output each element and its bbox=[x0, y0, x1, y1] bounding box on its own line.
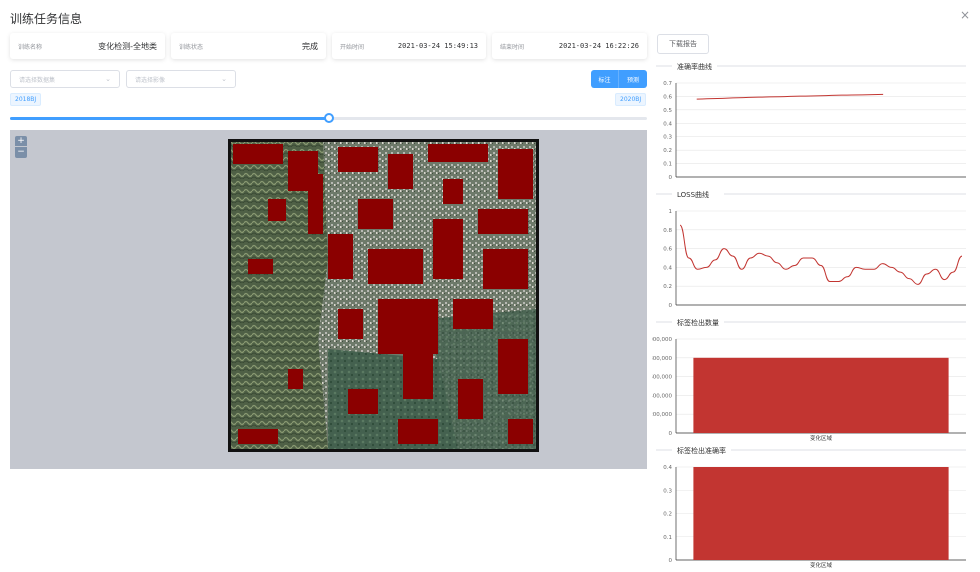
y-tick-label: 0.6 bbox=[663, 247, 672, 253]
status-card: 训练状态 完成 bbox=[171, 33, 326, 59]
zoom-out-button[interactable]: − bbox=[15, 147, 27, 158]
end-time-value: 2021-03-24 16:22:26 bbox=[558, 42, 639, 50]
y-tick-label: 0.3 bbox=[663, 135, 672, 141]
end-year-tag: 2020BJ bbox=[615, 93, 647, 106]
y-tick-label: 0 bbox=[669, 558, 673, 564]
y-tick-label: 0.1 bbox=[663, 535, 672, 541]
chart-title: 标签检出准确率 bbox=[677, 446, 726, 455]
chevron-down-icon: ⌄ bbox=[221, 75, 227, 83]
image-select-placeholder: 请选择影像 bbox=[135, 76, 166, 84]
download-report-button[interactable]: 下载报告 bbox=[657, 34, 709, 54]
y-tick-label: 800,000 bbox=[652, 356, 672, 362]
accuracy-curve-chart: 准确率曲线 0 0.1 0.2 0.3 0.4 0.5 0.6 0.7 bbox=[652, 60, 970, 185]
y-tick-label: 0 bbox=[669, 431, 673, 437]
chevron-down-icon: ⌄ bbox=[105, 75, 111, 83]
dataset-select[interactable]: 请选择数据集 ⌄ bbox=[10, 70, 120, 88]
y-tick-label: 0.3 bbox=[663, 488, 672, 494]
y-tick-label: 0.2 bbox=[663, 284, 672, 290]
task-name-card: 训练名称 变化检测-全地类 bbox=[10, 33, 165, 59]
dialog-title: 训练任务信息 bbox=[10, 12, 83, 26]
chart-title: 准确率曲线 bbox=[677, 62, 712, 71]
start-year-tag: 2018BJ bbox=[10, 93, 42, 106]
y-tick-label: 0.2 bbox=[663, 148, 672, 154]
image-select[interactable]: 请选择影像 ⌄ bbox=[126, 70, 236, 88]
y-tick-label: 1,000,000 bbox=[652, 337, 672, 343]
status-label: 训练状态 bbox=[179, 43, 204, 51]
timeline-slider[interactable] bbox=[10, 113, 647, 123]
y-tick-label: 0.4 bbox=[663, 465, 672, 471]
map-viewer[interactable]: + − bbox=[10, 130, 647, 469]
y-tick-label: 0 bbox=[669, 303, 673, 309]
x-tick-label: 变化区域 bbox=[810, 434, 833, 441]
task-name-label: 训练名称 bbox=[18, 43, 43, 51]
end-time-label: 结束时间 bbox=[500, 43, 525, 51]
y-tick-label: 200,000 bbox=[652, 412, 672, 418]
mode-button-group: 标注 预测 bbox=[591, 70, 647, 88]
y-tick-label: 0.5 bbox=[663, 108, 672, 114]
y-tick-label: 1 bbox=[669, 209, 673, 215]
task-name-value: 变化检测-全地类 bbox=[98, 41, 157, 51]
y-tick-label: 0.1 bbox=[663, 162, 672, 168]
start-time-value: 2021-03-24 15:49:13 bbox=[397, 42, 478, 50]
label-button[interactable]: 标注 bbox=[591, 70, 619, 88]
y-tick-label: 600,000 bbox=[652, 375, 672, 381]
predict-button[interactable]: 预测 bbox=[619, 70, 647, 88]
y-tick-label: 400,000 bbox=[652, 393, 672, 399]
label-count-chart: 标签检出数量 0 200,000 400,000 600,000 800,000 1,000… bbox=[652, 316, 970, 441]
series-line bbox=[679, 224, 963, 285]
x-tick-label: 变化区域 bbox=[810, 561, 833, 568]
y-tick-label: 0.2 bbox=[663, 512, 672, 518]
y-tick-label: 0.7 bbox=[663, 81, 672, 87]
bar bbox=[693, 467, 949, 560]
label-accuracy-chart: 标签检出准确率 0 0.1 0.2 0.3 0.4 变化区域 bbox=[652, 444, 970, 568]
end-time-card: 结束时间 2021-03-24 16:22:26 bbox=[492, 33, 647, 59]
y-tick-label: 0.8 bbox=[663, 228, 672, 234]
start-time-label: 开始时间 bbox=[340, 43, 365, 51]
chart-title: LOSS曲线 bbox=[677, 190, 709, 199]
close-icon[interactable]: × bbox=[960, 8, 970, 22]
bar bbox=[693, 357, 949, 433]
series-line bbox=[696, 93, 884, 100]
chart-title: 标签检出数量 bbox=[677, 318, 719, 327]
satellite-imagery bbox=[228, 139, 539, 452]
y-tick-label: 0.6 bbox=[663, 94, 672, 100]
zoom-control: + − bbox=[15, 136, 27, 158]
y-tick-label: 0.4 bbox=[663, 121, 672, 127]
y-tick-label: 0 bbox=[669, 175, 673, 181]
loss-curve-chart: LOSS曲线 0 0.2 0.4 0.6 0.8 1 bbox=[652, 188, 970, 313]
zoom-in-button[interactable]: + bbox=[15, 136, 27, 147]
dataset-select-placeholder: 请选择数据集 bbox=[19, 76, 56, 84]
start-time-card: 开始时间 2021-03-24 15:49:13 bbox=[332, 33, 486, 59]
y-tick-label: 0.4 bbox=[663, 265, 672, 271]
slider-handle[interactable] bbox=[323, 113, 334, 123]
slider-fill bbox=[10, 117, 329, 120]
status-value: 完成 bbox=[302, 41, 318, 51]
